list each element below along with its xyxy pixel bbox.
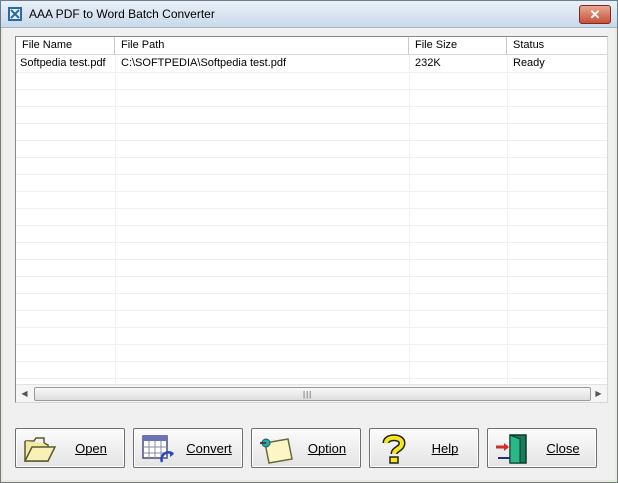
option-button[interactable]: Option xyxy=(251,428,361,468)
open-button[interactable]: Open xyxy=(15,428,125,468)
cell-file-size: 232K xyxy=(415,57,441,69)
option-button-label: Option xyxy=(307,441,347,456)
close-button[interactable]: Close xyxy=(487,428,597,468)
close-icon: ✕ xyxy=(589,7,601,22)
cell-file-name: Softpedia test.pdf xyxy=(20,57,106,69)
window-close-button[interactable]: ✕ xyxy=(579,5,611,24)
scroll-right-arrow-icon[interactable]: ▶ xyxy=(590,385,607,402)
cell-file-path: C:\SOFTPEDIA\Softpedia test.pdf xyxy=(121,57,287,69)
client-area: File Name File Path File Size Status Sof… xyxy=(3,28,615,480)
calendar-refresh-icon xyxy=(142,435,174,463)
column-header-file-size[interactable]: File Size xyxy=(409,37,507,54)
open-button-label: Open xyxy=(75,441,107,456)
column-header-file-name[interactable]: File Name xyxy=(16,37,115,54)
table-row[interactable]: Softpedia test.pdf C:\SOFTPEDIA\Softpedi… xyxy=(16,55,607,72)
title-bar[interactable]: AAA PDF to Word Batch Converter ✕ xyxy=(1,1,617,28)
convert-button-label: Convert xyxy=(186,441,232,456)
help-button[interactable]: Help xyxy=(369,428,479,468)
file-list[interactable]: File Name File Path File Size Status Sof… xyxy=(15,36,608,403)
help-button-label: Help xyxy=(431,441,459,456)
list-body[interactable]: Softpedia test.pdf C:\SOFTPEDIA\Softpedi… xyxy=(16,55,607,385)
column-header-status[interactable]: Status xyxy=(507,37,607,54)
exit-door-icon xyxy=(496,434,527,464)
list-header: File Name File Path File Size Status xyxy=(16,37,607,55)
horizontal-scrollbar[interactable]: ◀ ||| ▶ xyxy=(16,384,607,402)
folder-open-icon xyxy=(23,437,57,462)
note-pin-icon xyxy=(260,438,293,464)
app-icon xyxy=(8,7,22,21)
grip-icon: ||| xyxy=(303,390,313,399)
scrollbar-thumb[interactable]: ||| xyxy=(34,387,591,401)
window-title: AAA PDF to Word Batch Converter xyxy=(29,7,215,21)
close-button-label: Close xyxy=(546,441,580,456)
app-window: AAA PDF to Word Batch Converter ✕ File N… xyxy=(0,0,618,483)
question-mark-icon xyxy=(382,434,406,464)
cell-status: Ready xyxy=(513,57,545,69)
scroll-left-arrow-icon[interactable]: ◀ xyxy=(16,385,33,402)
column-header-file-path[interactable]: File Path xyxy=(115,37,409,54)
convert-button[interactable]: Convert xyxy=(133,428,243,468)
